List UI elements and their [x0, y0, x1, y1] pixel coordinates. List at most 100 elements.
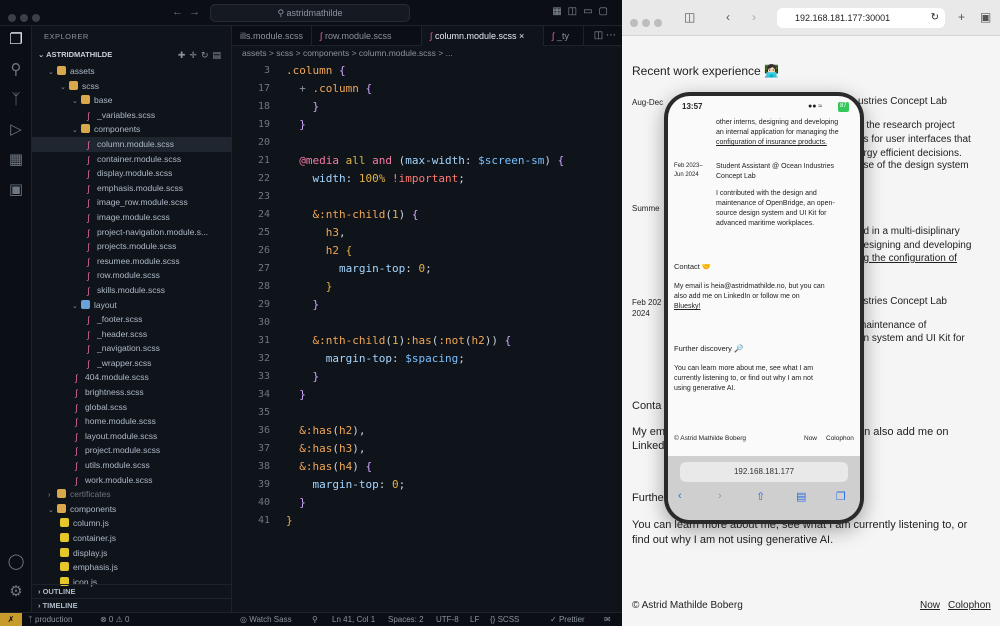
safari-forward-icon[interactable]: ›	[718, 490, 722, 502]
back-icon[interactable]: ‹	[726, 10, 730, 24]
bluesky-link[interactable]: Bluesky!	[674, 302, 700, 312]
tree-file[interactable]: ∫ layout.module.scss	[32, 429, 232, 444]
code-editor[interactable]: 3 17 18 19 20 21 22 23 24 25 26 27 28 29 30 31 32 33 34 35 3…	[232, 62, 622, 612]
tree-file[interactable]: ∫ home.module.scss	[32, 414, 232, 429]
phone-footer-now[interactable]: Now	[804, 434, 817, 444]
safari-back-icon[interactable]: ‹	[678, 490, 682, 502]
tree-file[interactable]: ∫ utils.module.scss	[32, 458, 232, 473]
sidebar-toggle-icon[interactable]: ◫	[684, 10, 695, 24]
tree-file[interactable]: display.js	[32, 546, 232, 561]
branch-status[interactable]: ᛉ production	[28, 613, 72, 626]
line-ending[interactable]: LF	[470, 613, 479, 626]
tree-folder[interactable]: ⌄ components	[32, 502, 232, 517]
tree-file[interactable]: ∫ _footer.scss	[32, 312, 232, 327]
phone-footer-colophon[interactable]: Colophon	[826, 434, 854, 444]
tree-file[interactable]: ∫ resumee.module.scss	[32, 254, 232, 269]
browser-window-controls[interactable]	[630, 14, 666, 32]
remote-icon[interactable]: ✗	[0, 613, 22, 626]
tree-file[interactable]: emphasis.js	[32, 560, 232, 575]
cursor-position[interactable]: Ln 41, Col 1	[332, 613, 375, 626]
explorer-actions[interactable]: ✚✛↻▤	[178, 50, 225, 61]
tree-file[interactable]: ∫ _navigation.scss	[32, 341, 232, 356]
tree-folder[interactable]: ⌄ layout	[32, 298, 232, 313]
new-tab-icon[interactable]: +	[958, 10, 965, 24]
tree-file[interactable]: ∫ container.module.scss	[32, 152, 232, 167]
safari-share-icon[interactable]: ⇧	[756, 490, 765, 503]
close-tab-icon[interactable]: ×	[519, 31, 524, 41]
source-control-icon[interactable]: ᛉ	[6, 90, 26, 110]
tree-file[interactable]: ∫ projects.module.scss	[32, 239, 232, 254]
tree-file[interactable]: ∫ _header.scss	[32, 327, 232, 342]
tab-column-module[interactable]: ∫ column.module.scss ×	[422, 26, 544, 46]
tree-item-label: base	[94, 95, 113, 106]
tree-file[interactable]: ∫ work.module.scss	[32, 473, 232, 488]
nav-arrows[interactable]: ← →	[172, 6, 200, 18]
remote-explorer-icon[interactable]: ▣	[6, 180, 26, 200]
tree-file[interactable]: container.js	[32, 531, 232, 546]
tree-item-label: layout	[94, 299, 117, 310]
window-controls[interactable]	[8, 9, 44, 27]
account-icon[interactable]: ◯	[6, 552, 26, 572]
tree-folder[interactable]: ⌄ base	[32, 93, 232, 108]
search-icon[interactable]: ⚲	[6, 60, 26, 80]
explorer-icon[interactable]: ❐	[6, 30, 26, 50]
extensions-icon[interactable]: ▦	[6, 150, 26, 170]
safari-bookmarks-icon[interactable]: ▤	[796, 490, 806, 503]
tab-row-module[interactable]: ∫ row.module.scss	[312, 26, 422, 46]
tree-file[interactable]: ∫ project-navigation.module.s...	[32, 225, 232, 240]
tree-file[interactable]: column.js	[32, 516, 232, 531]
watch-sass-button[interactable]: ◎ Watch Sass	[240, 613, 292, 626]
footer-now-link[interactable]: Now	[920, 600, 940, 611]
tree-folder[interactable]: ⌄ scss	[32, 79, 232, 94]
folder-icon	[57, 489, 66, 499]
language-mode[interactable]: {} SCSS	[490, 613, 519, 626]
tree-file[interactable]: ∫ display.module.scss	[32, 166, 232, 181]
notifications-icon[interactable]: ✉	[604, 613, 611, 626]
safari-address-bar[interactable]: 192.168.181.177	[680, 462, 848, 482]
settings-gear-icon[interactable]: ⚙	[6, 582, 26, 602]
tree-file[interactable]: ∫ global.scss	[32, 400, 232, 415]
tree-item-label: 404.module.scss	[85, 372, 149, 383]
tree-file[interactable]: ∫ 404.module.scss	[32, 370, 232, 385]
phone-intro-link[interactable]: configuration of insurance products.	[716, 138, 827, 148]
split-editor-icon[interactable]: ◫ ⋯	[594, 30, 616, 41]
problems-status[interactable]: ⊗ 0 ⚠ 0	[100, 613, 129, 626]
tree-file[interactable]: ∫ column.module.scss	[32, 136, 232, 152]
tree-file[interactable]: ∫ image_row.module.scss	[32, 195, 232, 210]
tree-file[interactable]: ∫ brightness.scss	[32, 385, 232, 400]
timeline-section[interactable]: › TIMELINE	[32, 598, 232, 612]
tree-file[interactable]: ∫ _variables.scss	[32, 108, 232, 123]
layout-icons[interactable]: ▦◫▭▢	[552, 6, 614, 17]
tree-item-label: display.js	[73, 547, 108, 558]
footer-colophon-link[interactable]: Colophon	[948, 600, 991, 611]
tree-file[interactable]: ∫ emphasis.module.scss	[32, 181, 232, 196]
line-number: 29	[257, 299, 270, 310]
encoding[interactable]: UTF-8	[436, 613, 459, 626]
tree-folder[interactable]: ⌄ assets	[32, 64, 232, 79]
code-line: &:nth-child(1) {	[312, 208, 419, 221]
tab-typography[interactable]: ∫ _ty	[544, 26, 584, 46]
forward-icon[interactable]: ›	[752, 10, 756, 24]
safari-tabs-icon[interactable]: ❐	[836, 490, 846, 503]
run-debug-icon[interactable]: ▷	[6, 120, 26, 140]
command-center[interactable]: ⚲ astridmathilde	[210, 4, 410, 22]
zoom-icon[interactable]: ⚲	[312, 613, 318, 626]
breadcrumb[interactable]: assets > scss > components > column.modu…	[242, 48, 453, 58]
tree-folder[interactable]: ⌄ components	[32, 122, 232, 137]
address-bar[interactable]: 192.168.181.177:30001 ↻	[777, 8, 945, 28]
tab-skills-module[interactable]: ills.module.scss	[232, 26, 312, 46]
prettier-status[interactable]: ✓ Prettier	[550, 613, 585, 626]
outline-section[interactable]: › OUTLINE	[32, 584, 232, 598]
bg-link[interactable]: ng the configuration of	[858, 253, 957, 264]
tree-folder[interactable]: › certificates	[32, 487, 232, 502]
tree-file[interactable]: ∫ row.module.scss	[32, 268, 232, 283]
bg-text: Conta	[632, 400, 662, 412]
tree-file[interactable]: ∫ project.module.scss	[32, 443, 232, 458]
tab-overview-icon[interactable]: ▣	[980, 10, 991, 24]
tree-file[interactable]: ∫ image.module.scss	[32, 210, 232, 225]
tree-file[interactable]: ∫ _wrapper.scss	[32, 356, 232, 371]
indentation[interactable]: Spaces: 2	[388, 613, 424, 626]
tree-file[interactable]: ∫ skills.module.scss	[32, 283, 232, 298]
bg-text: ds for user interfaces that	[858, 134, 971, 145]
reload-icon[interactable]: ↻	[931, 8, 939, 28]
